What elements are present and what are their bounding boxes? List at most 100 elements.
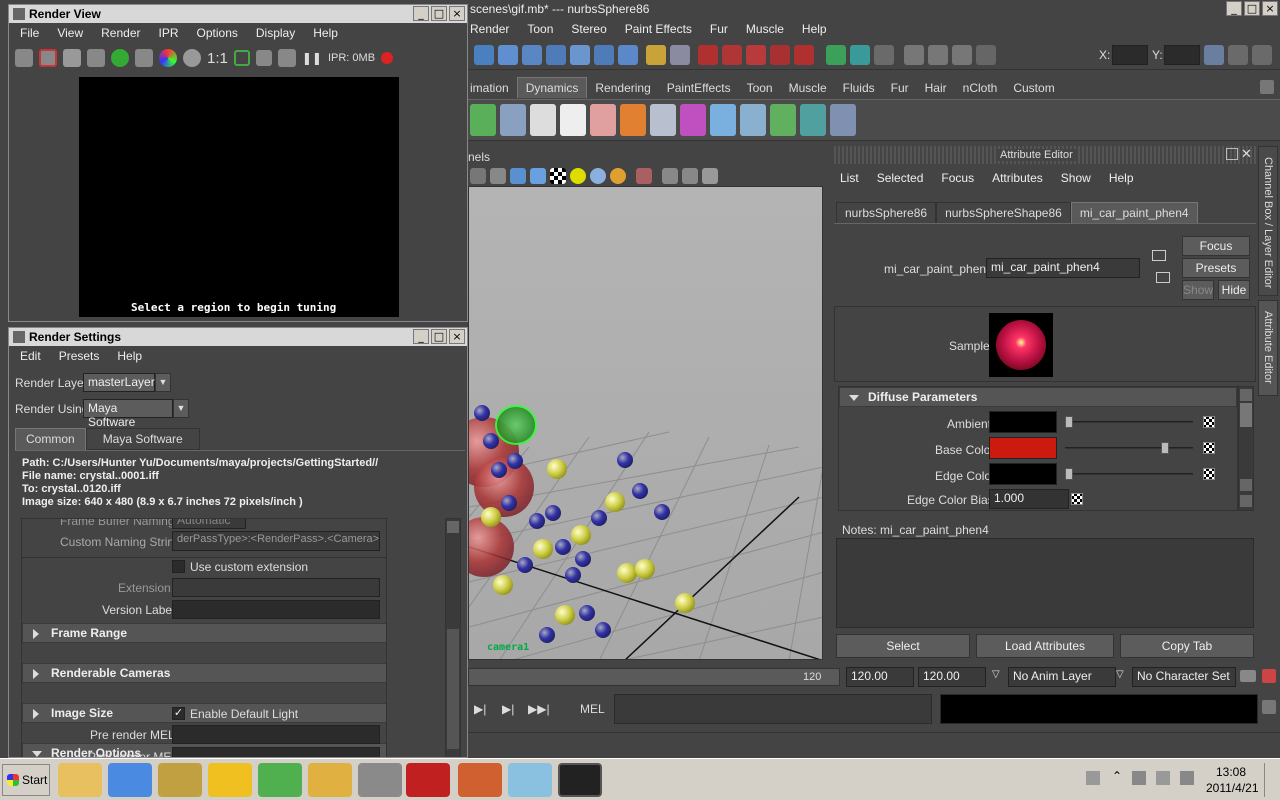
menu-toon[interactable]: Toon	[518, 22, 562, 36]
bowling-pins-icon[interactable]	[530, 104, 556, 136]
rv-maximize-button[interactable]: □	[431, 6, 447, 21]
shatter-icon[interactable]	[740, 104, 766, 136]
default-light-icon[interactable]	[570, 168, 586, 184]
textured-icon[interactable]	[550, 168, 566, 184]
animation-end-field[interactable]: 120.00	[918, 667, 986, 687]
sphere[interactable]	[575, 551, 591, 567]
output-connections-icon[interactable]	[1156, 272, 1170, 283]
sphere[interactable]	[675, 593, 695, 613]
edge-color-slider-knob[interactable]	[1065, 468, 1073, 480]
ambient-slider[interactable]	[1065, 416, 1193, 428]
remove-image-icon[interactable]	[255, 50, 272, 66]
show-hidden-icons[interactable]: ⌃	[1112, 769, 1122, 783]
ipr-render-icon[interactable]	[928, 45, 948, 65]
show-desktop-button[interactable]	[1264, 763, 1278, 797]
key-icon[interactable]	[1240, 670, 1256, 682]
x-field[interactable]	[1112, 45, 1148, 65]
sphere[interactable]	[595, 622, 611, 638]
shelf-tab-rendering[interactable]: Rendering	[587, 78, 658, 98]
snap-grid-icon[interactable]	[698, 45, 718, 65]
scroll-down-arrow-2[interactable]	[1240, 495, 1252, 507]
help-query-icon[interactable]	[618, 45, 638, 65]
rv-menu-ipr[interactable]: IPR	[150, 26, 188, 40]
base-color-map-button[interactable]	[1203, 442, 1215, 454]
bird-icon[interactable]	[258, 763, 302, 797]
ambient-swatch[interactable]	[989, 411, 1057, 433]
share-icon[interactable]	[702, 168, 718, 184]
range-bar[interactable]: 120	[468, 668, 840, 686]
base-color-slider[interactable]	[1065, 442, 1193, 454]
lock-icon[interactable]	[646, 45, 666, 65]
redo-render-icon[interactable]	[15, 49, 33, 67]
ae-menu-show[interactable]: Show	[1052, 171, 1100, 185]
snap-point-icon[interactable]	[746, 45, 766, 65]
sphere[interactable]	[617, 452, 633, 468]
play-forward-icon[interactable]: ▶|	[474, 702, 486, 716]
ipr-render-icon[interactable]	[87, 49, 105, 67]
base-color-swatch[interactable]	[989, 437, 1057, 459]
show-button[interactable]: Show	[1182, 280, 1214, 300]
character-set-field[interactable]: No Character Set	[1132, 667, 1236, 687]
sphere[interactable]	[565, 567, 581, 583]
menu-muscle[interactable]: Muscle	[737, 22, 793, 36]
snap-curve-icon[interactable]	[722, 45, 742, 65]
snap-live-icon[interactable]	[794, 45, 814, 65]
sphere[interactable]	[483, 433, 499, 449]
rs-tab-common[interactable]: Common	[15, 428, 86, 450]
rv-menu-help[interactable]: Help	[304, 26, 347, 40]
copy-tab-button[interactable]: Copy Tab	[1120, 634, 1254, 658]
rs-minimize-button[interactable]: _	[413, 329, 429, 344]
version-label-field[interactable]	[172, 600, 380, 619]
minimize-button[interactable]: _	[1226, 1, 1242, 16]
surface-icon[interactable]	[522, 45, 542, 65]
render-settings-icon[interactable]	[952, 45, 972, 65]
menu-paint-effects[interactable]: Paint Effects	[616, 22, 701, 36]
sphere[interactable]	[533, 539, 553, 559]
rv-menu-view[interactable]: View	[48, 26, 92, 40]
shelf-tab-animation[interactable]: imation	[468, 78, 517, 98]
ambient-slider-knob[interactable]	[1065, 416, 1073, 428]
attribute-editor-toggle-icon[interactable]	[1228, 45, 1248, 65]
sphere[interactable]	[517, 557, 533, 573]
base-color-slider-knob[interactable]	[1161, 442, 1169, 454]
render-layer-dropdown-arrow[interactable]: ▼	[155, 373, 171, 392]
volume-tray-icon[interactable]	[1156, 771, 1170, 785]
shadows-icon[interactable]	[610, 168, 626, 184]
internet-explorer-icon[interactable]	[108, 763, 152, 797]
network-tray-icon[interactable]	[1180, 771, 1194, 785]
sphere[interactable]	[617, 563, 637, 583]
sphere[interactable]	[632, 483, 648, 499]
delete-surface-flow-icon[interactable]	[830, 104, 856, 136]
render-layer-dropdown[interactable]: masterLayer	[83, 373, 155, 392]
hypershade-icon[interactable]	[976, 45, 996, 65]
input-connections-icon[interactable]	[1152, 250, 1166, 261]
shelf-tab-muscle[interactable]: Muscle	[781, 78, 835, 98]
presets-button[interactable]: Presets	[1182, 258, 1250, 278]
history-icon[interactable]	[874, 45, 894, 65]
sphere[interactable]	[539, 627, 555, 643]
sphere[interactable]	[481, 507, 501, 527]
attribute-editor-side-tab[interactable]: Attribute Editor	[1258, 300, 1278, 396]
scroll-thumb[interactable]	[1240, 403, 1252, 427]
lightning-icon[interactable]	[710, 104, 736, 136]
edge-color-map-button[interactable]	[1203, 468, 1215, 480]
xray-icon[interactable]	[662, 168, 678, 184]
custom-naming-field[interactable]: derPassType>:<RenderPass>.<Camera>	[172, 531, 380, 551]
rs-scroll-thumb[interactable]	[447, 629, 459, 749]
close-button[interactable]: ×	[1262, 1, 1278, 16]
sphere[interactable]	[654, 504, 670, 520]
display-settings-icon[interactable]	[277, 49, 296, 67]
shelf-tab-fluids[interactable]: Fluids	[835, 78, 883, 98]
focus-button[interactable]: Focus	[1182, 236, 1250, 256]
qq-icon[interactable]	[208, 763, 252, 797]
edge-color-swatch[interactable]	[989, 463, 1057, 485]
tool-settings-toggle-icon[interactable]	[1252, 45, 1272, 65]
sphere[interactable]	[491, 462, 507, 478]
rv-menu-file[interactable]: File	[11, 26, 48, 40]
playback-end-field[interactable]: 120.00	[846, 667, 914, 687]
post-render-mel-field[interactable]	[172, 747, 380, 757]
render-frame-icon[interactable]	[904, 45, 924, 65]
explorer-icon[interactable]	[58, 763, 102, 797]
isolate-select-icon[interactable]	[636, 168, 652, 184]
record-icon[interactable]	[381, 52, 394, 64]
